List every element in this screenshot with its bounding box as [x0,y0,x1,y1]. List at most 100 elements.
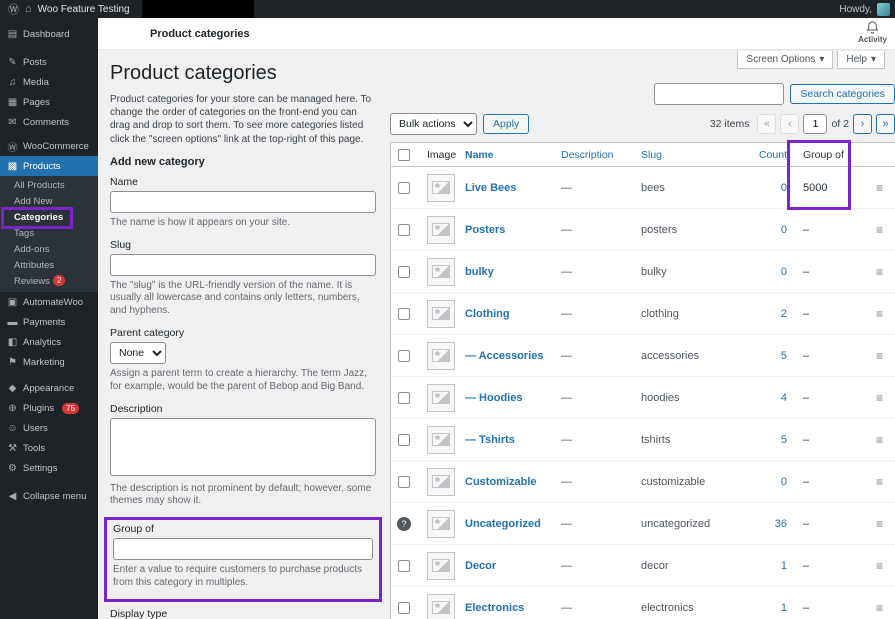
category-name-link[interactable]: Uncategorized [465,518,541,530]
sidebar-item-automatewoo[interactable]: ▣ AutomateWoo [0,292,98,312]
sidebar-item-users[interactable]: ☺ Users [0,418,98,438]
sidebar-item-tools[interactable]: ⚒ Tools [0,438,98,458]
category-name-link[interactable]: — Accessories [465,350,543,362]
sidebar-item-woocommerce[interactable]: Ⓦ WooCommerce [0,136,98,156]
sidebar-item-label: Payments [23,317,65,328]
howdy-label[interactable]: Howdy, [839,4,872,15]
sidebar-item-label: Analytics [23,337,61,348]
submenu-item-tags[interactable]: Tags [0,226,98,242]
sidebar-item-comments[interactable]: ✉ Comments [0,112,98,132]
sidebar-item-appearance[interactable]: ◆ Appearance [0,378,98,398]
category-name-link[interactable]: Live Bees [465,182,516,194]
category-count-link[interactable]: 2 [781,308,787,320]
screen-options-button[interactable]: Screen Options ▾ [737,51,833,69]
column-header-slug[interactable]: Slug [641,149,662,161]
sidebar-item-payments[interactable]: ▬ Payments [0,312,98,332]
drag-handle-icon[interactable]: ≡ [876,475,883,489]
description-field[interactable] [110,418,376,476]
category-name-link[interactable]: — Tshirts [465,434,515,446]
category-name-link[interactable]: Clothing [465,308,510,320]
row-checkbox[interactable] [398,224,410,236]
submenu-item-attributes[interactable]: Attributes [0,258,98,274]
name-field[interactable] [110,191,376,213]
column-header-description[interactable]: Description [561,149,614,161]
row-checkbox[interactable] [398,392,410,404]
drag-handle-icon[interactable]: ≡ [876,433,883,447]
category-count-link[interactable]: 0 [781,224,787,236]
search-input[interactable] [654,83,784,105]
sidebar-item-media[interactable]: ♫ Media [0,72,98,92]
wordpress-logo-icon[interactable]: Ⓦ [8,1,19,17]
drag-handle-icon[interactable]: ≡ [876,349,883,363]
sidebar-item-marketing[interactable]: ⚑ Marketing [0,352,98,372]
last-page-button[interactable]: » [876,114,895,134]
bulk-actions-select[interactable]: Bulk actions [390,113,477,135]
category-name-link[interactable]: Decor [465,560,496,572]
category-count-link[interactable]: 1 [781,560,787,572]
column-header-count[interactable]: Count [759,149,787,161]
sidebar-item-products[interactable]: ▩ Products [0,156,98,176]
sidebar-item-pages[interactable]: ▦ Pages [0,92,98,112]
row-checkbox[interactable] [398,602,410,614]
category-count-link[interactable]: 0 [781,266,787,278]
sidebar-item-plugins[interactable]: ⊕ Plugins75 [0,398,98,418]
sidebar-item-collapse-menu[interactable]: ◀ Collapse menu [0,486,98,506]
drag-handle-icon[interactable]: ≡ [876,223,883,237]
row-checkbox[interactable] [398,476,410,488]
category-description: — [557,602,637,614]
row-checkbox[interactable] [398,560,410,572]
drag-handle-icon[interactable]: ≡ [876,181,883,195]
category-name-link[interactable]: Customizable [465,476,537,488]
activity-button[interactable]: Activity [858,20,887,45]
first-page-button[interactable]: « [757,114,776,134]
next-page-button[interactable]: › [853,114,872,134]
avatar[interactable] [877,3,890,16]
row-checkbox[interactable] [398,434,410,446]
drag-handle-icon[interactable]: ≡ [876,307,883,321]
select-all-checkbox[interactable] [398,149,410,161]
slug-field[interactable] [110,254,376,276]
reviews-count-badge: 2 [53,275,65,286]
group-of-field[interactable] [113,538,373,560]
category-count-link[interactable]: 0 [781,476,787,488]
column-header-name[interactable]: Name [465,149,494,161]
drag-handle-icon[interactable]: ≡ [876,517,883,531]
category-slug: uncategorized [637,518,745,530]
search-categories-button[interactable]: Search categories [790,84,895,104]
row-checkbox[interactable] [398,182,410,194]
site-name-link[interactable]: Woo Feature Testing [38,4,130,15]
submenu-item-reviews[interactable]: Reviews2 [0,274,98,290]
drag-handle-icon[interactable]: ≡ [876,265,883,279]
category-name-link[interactable]: bulky [465,266,494,278]
parent-category-select[interactable]: None [110,342,166,364]
row-checkbox[interactable] [398,266,410,278]
category-name-link[interactable]: Electronics [465,602,524,614]
submenu-item-add-new[interactable]: Add New [0,194,98,210]
row-checkbox[interactable] [398,350,410,362]
current-page-input[interactable] [803,114,827,134]
category-count-link[interactable]: 5 [781,434,787,446]
drag-handle-icon[interactable]: ≡ [876,559,883,573]
help-button[interactable]: Help ▾ [837,51,885,69]
sidebar-item-dashboard[interactable]: ▤ Dashboard [0,24,98,44]
drag-handle-icon[interactable]: ≡ [876,601,883,615]
submenu-item-add-ons[interactable]: Add-ons [0,242,98,258]
category-name-link[interactable]: Posters [465,224,505,236]
default-category-help-icon[interactable]: ? [397,517,411,531]
category-description: — [557,434,637,446]
category-count-link[interactable]: 36 [775,518,787,530]
sidebar-item-posts[interactable]: ✎ Posts [0,52,98,72]
sidebar-item-settings[interactable]: ⚙ Settings [0,458,98,478]
category-name-link[interactable]: — Hoodies [465,392,522,404]
category-count-link[interactable]: 4 [781,392,787,404]
submenu-item-all-products[interactable]: All Products [0,178,98,194]
prev-page-button[interactable]: ‹ [780,114,799,134]
submenu-item-categories[interactable]: Categories [0,210,98,226]
sidebar-item-analytics[interactable]: ◧ Analytics [0,332,98,352]
apply-button[interactable]: Apply [483,114,529,134]
category-count-link[interactable]: 0 [781,182,787,194]
row-checkbox[interactable] [398,308,410,320]
drag-handle-icon[interactable]: ≡ [876,391,883,405]
category-count-link[interactable]: 1 [781,602,787,614]
category-count-link[interactable]: 5 [781,350,787,362]
